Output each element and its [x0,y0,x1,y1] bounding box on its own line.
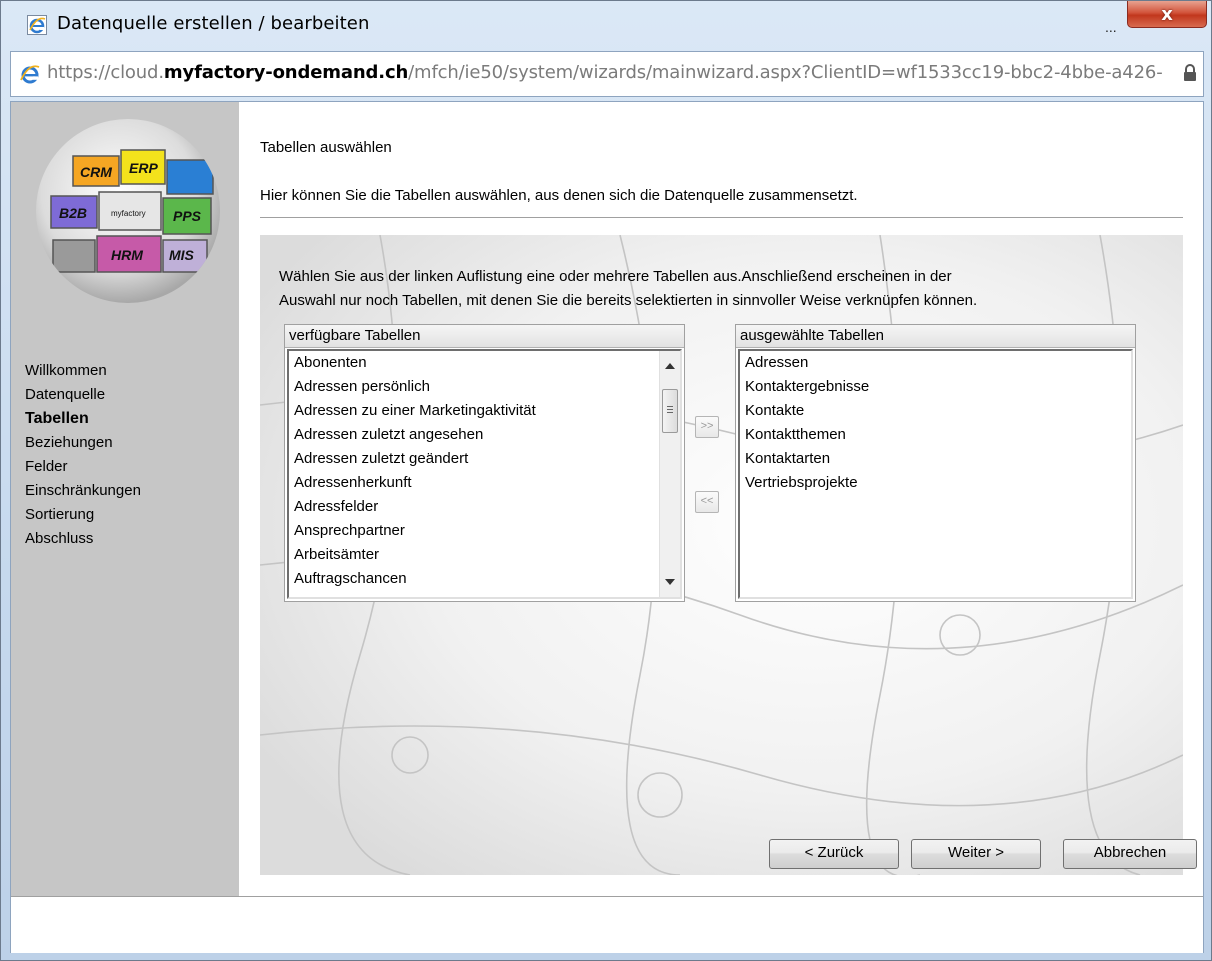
step-tabellen[interactable]: Tabellen [25,407,141,431]
title-bar: Datenquelle erstellen / bearbeiten ... x [1,1,1211,45]
url-prefix: https://cloud. [47,62,164,83]
list-item[interactable]: Abonenten [289,351,680,375]
logo-tile-pps: PPS [173,208,202,224]
wizard-sidebar: CRM ERP B2B myfactory PPS HRM MIS Willko… [11,102,239,896]
page-title: Tabellen auswählen [260,139,392,156]
close-button[interactable]: x [1127,1,1207,28]
wizard-footer [11,896,1203,953]
internet-explorer-icon [27,15,47,35]
thumb-grip-line [667,412,673,413]
list-item[interactable]: Vertriebsprojekte [740,471,1131,495]
internet-explorer-icon [20,65,40,84]
selected-tables-header: ausgewählte Tabellen [736,325,1135,348]
myfactory-globe-logo: CRM ERP B2B myfactory PPS HRM MIS [36,119,220,303]
list-item[interactable]: Ansprechpartner [289,519,680,543]
step-willkommen[interactable]: Willkommen [25,359,141,383]
url-text: https://cloud.myfactory-ondemand.ch/mfch… [47,62,1163,83]
list-item[interactable]: Adressenherkunft [289,471,680,495]
logo-tile-b2b: B2B [59,205,87,221]
logo-tile-myfactory: myfactory [111,209,146,218]
scroll-thumb[interactable] [662,389,678,433]
scroll-down-arrow-icon[interactable] [665,579,675,585]
list-item[interactable]: Adressfelder [289,495,680,519]
add-table-button[interactable]: >> [695,416,719,438]
dialog-window: Datenquelle erstellen / bearbeiten ... x… [0,0,1212,961]
wizard-main: Tabellen auswählen Hier können Sie die T… [239,102,1203,896]
selected-tables-panel: ausgewählte Tabellen Adressen Kontakterg… [735,324,1136,602]
list-item[interactable]: Adressen zuletzt angesehen [289,423,680,447]
list-item[interactable]: Adressen zu einer Marketingaktivität [289,399,680,423]
wizard-content: CRM ERP B2B myfactory PPS HRM MIS Willko… [10,101,1204,953]
remove-table-button[interactable]: << [695,491,719,513]
list-item[interactable]: Adressen zuletzt geändert [289,447,680,471]
instruction-text: Wählen Sie aus der linken Auflistung ein… [279,265,1179,313]
logo-tile-mis: MIS [169,247,195,263]
available-tables-items: Abonenten Adressen persönlich Adressen z… [289,351,680,591]
list-item[interactable]: Kontaktarten [740,447,1131,471]
logo-tile-erp: ERP [129,160,158,176]
available-tables-panel: verfügbare Tabellen Abonenten Adressen p… [284,324,685,602]
step-abschluss[interactable]: Abschluss [25,527,141,551]
available-tables-scrollbar[interactable] [659,351,680,597]
wizard-step-list: Willkommen Datenquelle Tabellen Beziehun… [25,359,141,551]
logo-tile-crm: CRM [80,164,112,180]
url-path: /mfch/ie50/system/wizards/mainwizard.asp… [408,62,1163,83]
selected-tables-list[interactable]: Adressen Kontaktergebnisse Kontakte Kont… [738,349,1133,599]
page-description: Hier können Sie die Tabellen auswählen, … [260,187,858,204]
logo-tile-hrm: HRM [111,247,143,263]
list-item[interactable]: Adressen persönlich [289,375,680,399]
address-bar[interactable]: https://cloud.myfactory-ondemand.ch/mfch… [10,51,1204,97]
lock-icon [1184,64,1196,81]
scroll-up-arrow-icon[interactable] [665,363,675,369]
list-item[interactable]: Kontaktergebnisse [740,375,1131,399]
list-item[interactable]: Kontaktthemen [740,423,1131,447]
list-item[interactable]: Auftragschancen [289,567,680,591]
available-tables-header: verfügbare Tabellen [285,325,684,348]
step-datenquelle[interactable]: Datenquelle [25,383,141,407]
cancel-button[interactable]: Abbrechen [1063,839,1197,869]
list-item[interactable]: Adressen [740,351,1131,375]
back-button[interactable]: < Zurück [769,839,899,869]
window-title: Datenquelle erstellen / bearbeiten [57,13,370,34]
url-domain: myfactory-ondemand.ch [163,62,409,83]
step-einschraenkungen[interactable]: Einschränkungen [25,479,141,503]
list-item[interactable]: Arbeitsämter [289,543,680,567]
step-felder[interactable]: Felder [25,455,141,479]
thumb-grip-line [667,406,673,407]
available-tables-list[interactable]: Abonenten Adressen persönlich Adressen z… [287,349,682,599]
instruction-line-2: Auswahl nur noch Tabellen, mit denen Sie… [279,292,978,309]
next-button[interactable]: Weiter > [911,839,1041,869]
thumb-grip-line [667,409,673,410]
divider [260,217,1183,218]
step-sortierung[interactable]: Sortierung [25,503,141,527]
instruction-line-1: Wählen Sie aus der linken Auflistung ein… [279,268,952,285]
title-ellipsis: ... [1105,19,1117,35]
step-beziehungen[interactable]: Beziehungen [25,431,141,455]
list-item[interactable]: Kontakte [740,399,1131,423]
close-icon: x [1161,3,1173,25]
